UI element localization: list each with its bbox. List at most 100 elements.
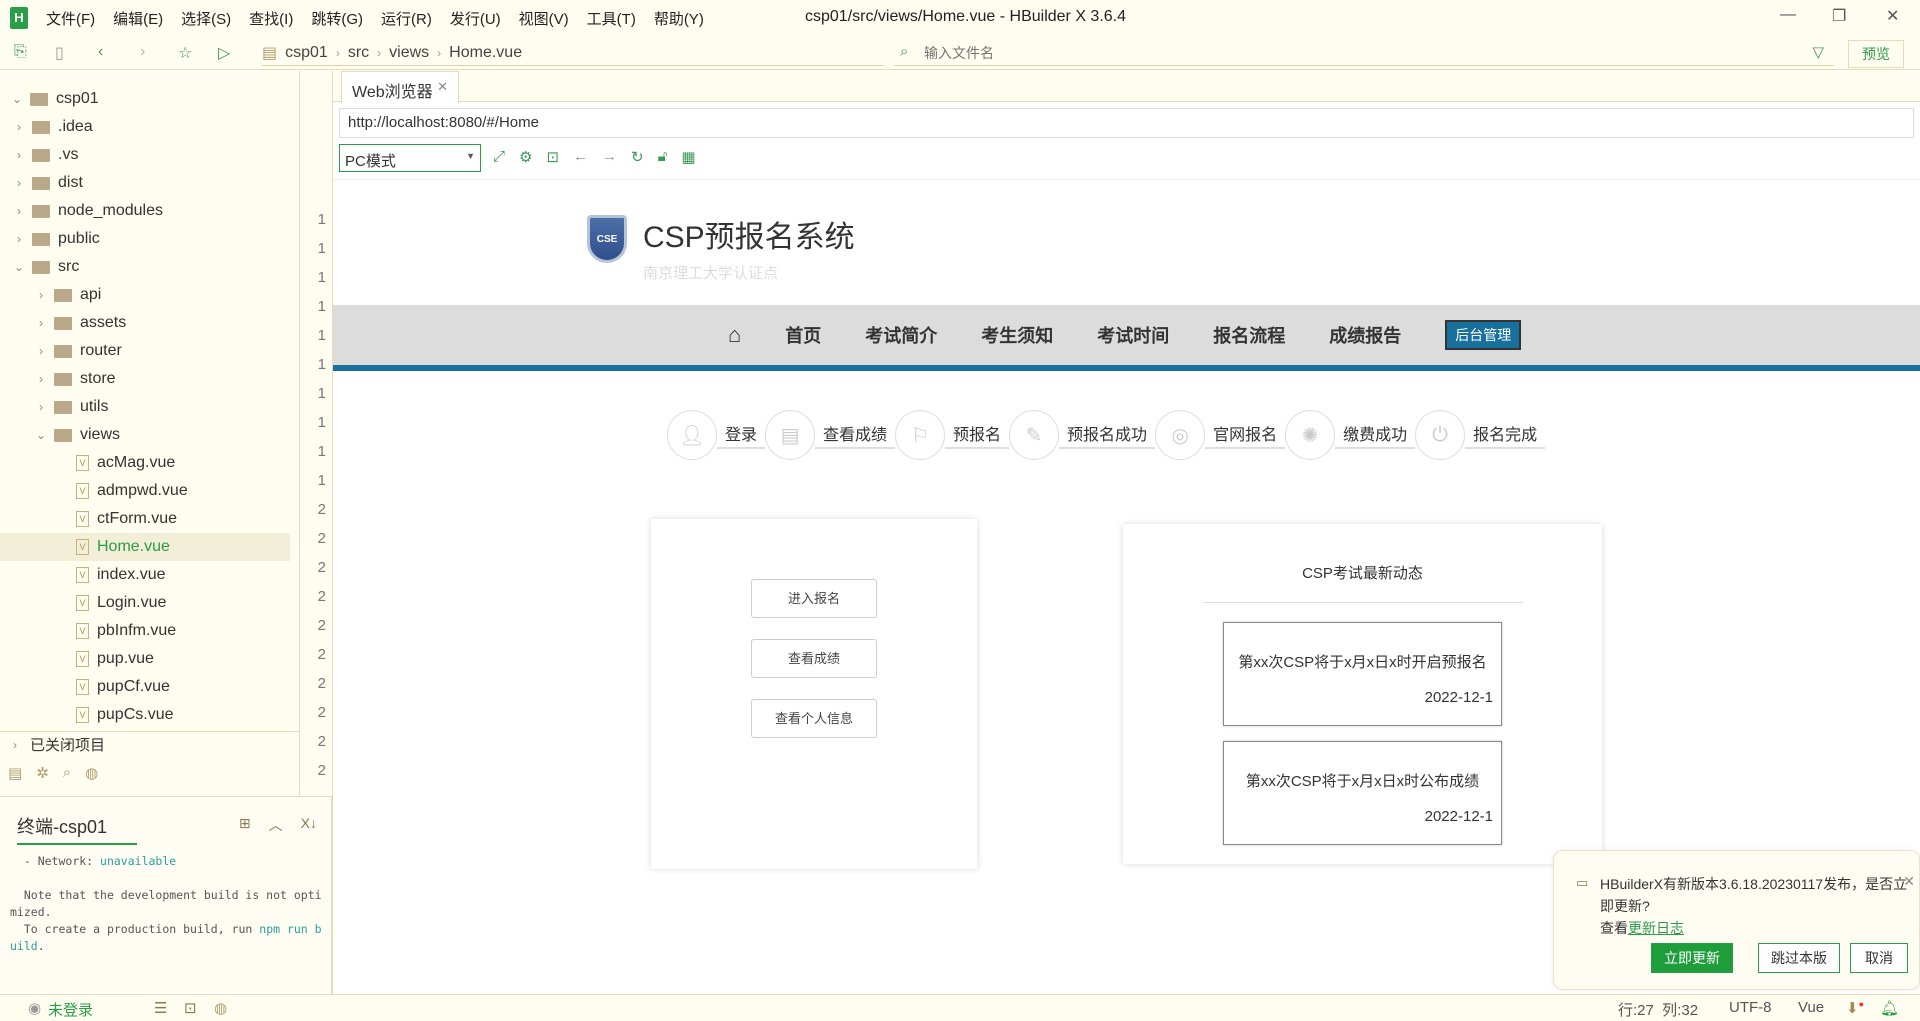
save-icon[interactable]: ▯ [55, 43, 64, 63]
folder-item[interactable]: › node_modules [0, 197, 290, 225]
crumb[interactable]: views [389, 44, 429, 62]
step-item[interactable]: ✺ 缴费成功 [1285, 410, 1416, 460]
menu-item[interactable]: 编辑(E) [113, 8, 163, 29]
file-item[interactable]: Vindex.vue [0, 561, 290, 589]
folder-item[interactable]: › dist [0, 169, 290, 197]
nav-item[interactable]: 考生须知 [981, 322, 1053, 348]
debug-icon[interactable]: ✲ [36, 764, 49, 782]
folder-item[interactable]: ⌄ csp01 [0, 85, 290, 113]
step-item[interactable]: ⏻ 报名完成 [1415, 410, 1546, 460]
file-item[interactable]: VpupCs.vue [0, 701, 290, 729]
news-item[interactable]: 第xx次CSP将于x月x日x时开启预报名 2022-12-1 [1223, 622, 1502, 726]
enter-registration-button[interactable]: 进入报名 [751, 579, 877, 618]
collapse-icon[interactable]: ︿ [269, 815, 283, 835]
project-icon[interactable]: ▤ [8, 764, 22, 782]
minimize-icon[interactable]: — [1780, 6, 1796, 24]
menu-item[interactable]: 跳转(G) [311, 8, 363, 29]
folder-item[interactable]: › router [0, 337, 290, 365]
bell-icon[interactable]: 🔔︎ [1880, 999, 1899, 1017]
file-item[interactable]: VacMag.vue [0, 449, 290, 477]
back-icon[interactable]: ‹ [98, 43, 103, 61]
file-item[interactable]: Vadmpwd.vue [0, 477, 290, 505]
step-item[interactable]: ◎ 官网报名 [1155, 410, 1286, 460]
step-item[interactable]: 👤︎ 登录 [667, 410, 766, 460]
refresh-icon[interactable]: ↻ [631, 148, 644, 166]
star-icon[interactable]: ☆ [178, 43, 192, 63]
file-item[interactable]: VctForm.vue [0, 505, 290, 533]
menu-item[interactable]: 视图(V) [519, 8, 569, 29]
clear-scroll-icon[interactable]: X↓ [301, 815, 317, 835]
search-icon[interactable]: ⌕ [63, 764, 71, 782]
view-scores-button[interactable]: 查看成绩 [751, 639, 877, 678]
close-icon[interactable]: ✕ [1886, 6, 1899, 26]
new-terminal-icon[interactable]: ⊞ [239, 815, 251, 835]
tab-web-browser[interactable]: Web浏览器 ✕ [341, 71, 459, 103]
menu-item[interactable]: 工具(T) [587, 8, 636, 29]
folder-item[interactable]: › api [0, 281, 290, 309]
console-icon[interactable]: ⊡ [546, 148, 559, 166]
folder-item[interactable]: ⌄ src [0, 253, 290, 281]
download-icon[interactable]: ⬇● [1846, 999, 1864, 1017]
file-item[interactable]: Vpup.vue [0, 645, 290, 673]
nav-item[interactable]: 成绩报告 [1329, 322, 1401, 348]
admin-button[interactable]: 后台管理 [1445, 320, 1522, 350]
file-item[interactable]: VpupCf.vue [0, 673, 290, 701]
crumb[interactable]: csp01 [285, 44, 328, 62]
folder-item[interactable]: › public [0, 225, 290, 253]
step-item[interactable]: ⚐ 预报名 [895, 410, 1010, 460]
forward-icon[interactable]: › [140, 43, 145, 61]
preview-button[interactable]: 预览 [1848, 40, 1904, 68]
cancel-button[interactable]: 取消 [1850, 943, 1908, 973]
nav-item[interactable]: 考试时间 [1097, 322, 1169, 348]
menu-item[interactable]: 发行(U) [450, 8, 501, 29]
crumb[interactable]: Home.vue [449, 44, 522, 62]
encoding[interactable]: UTF-8 [1729, 999, 1772, 1016]
step-item[interactable]: ▤ 查看成绩 [765, 410, 896, 460]
nav-item[interactable]: 报名流程 [1213, 322, 1285, 348]
folder-item[interactable]: › .vs [0, 141, 290, 169]
qrcode-icon[interactable]: ▦ [681, 148, 695, 166]
news-item[interactable]: 第xx次CSP将于x月x日x时公布成绩 2022-12-1 [1223, 741, 1502, 845]
file-item[interactable]: V Login.vue [0, 589, 290, 617]
restore-icon[interactable]: ❐ [1832, 6, 1846, 26]
changelog-link[interactable]: 更新日志 [1628, 920, 1684, 936]
cursor-position[interactable]: 行:27 列:32 [1618, 999, 1698, 1020]
folder-item[interactable]: › .idea [0, 113, 290, 141]
url-input[interactable]: http://localhost:8080/#/Home [339, 108, 1914, 138]
folder-item[interactable]: › assets [0, 309, 290, 337]
folder-item[interactable]: › utils [0, 393, 290, 421]
mode-select[interactable]: PC模式 ▼ [339, 144, 481, 172]
filter-icon[interactable]: ▽ [1812, 43, 1824, 61]
file-search-input[interactable] [924, 44, 1724, 61]
crumb[interactable]: src [348, 44, 369, 62]
closed-projects[interactable]: › 已关闭项目 [0, 731, 300, 757]
terminal-tab[interactable]: 终端-csp01 [17, 813, 137, 845]
cloud-icon[interactable]: ◍ [214, 999, 227, 1017]
language-mode[interactable]: Vue [1798, 999, 1824, 1016]
skip-version-button[interactable]: 跳过本版 [1758, 943, 1840, 973]
terminal-icon[interactable]: ⊡ [184, 999, 197, 1017]
close-tab-icon[interactable]: ✕ [437, 79, 448, 95]
lock-icon[interactable]: 🔓︎ [658, 148, 668, 166]
home-icon[interactable]: ⌂ [728, 322, 741, 348]
step-item[interactable]: ✎ 预报名成功 [1009, 410, 1156, 460]
run-icon[interactable]: ▷ [218, 43, 230, 63]
open-external-icon[interactable]: ⤢ [493, 148, 505, 166]
menu-item[interactable]: 文件(F) [46, 8, 95, 29]
file-item[interactable]: V Home.vue [0, 533, 290, 561]
nav-item[interactable]: 首页 [785, 322, 821, 348]
menu-item[interactable]: 查找(I) [249, 8, 293, 29]
login-status[interactable]: 未登录 [48, 999, 93, 1020]
update-now-button[interactable]: 立即更新 [1651, 943, 1733, 973]
settings-icon[interactable]: ⚙ [519, 148, 532, 166]
menu-item[interactable]: 选择(S) [181, 8, 231, 29]
folder-item[interactable]: › store [0, 365, 290, 393]
outline-icon[interactable]: ☰ [154, 999, 167, 1017]
plugin-icon[interactable]: ◍ [85, 764, 98, 782]
file-item[interactable]: VpbInfm.vue [0, 617, 290, 645]
view-profile-button[interactable]: 查看个人信息 [751, 699, 877, 738]
menu-item[interactable]: 帮助(Y) [654, 8, 704, 29]
nav-item[interactable]: 考试简介 [865, 322, 937, 348]
back-icon[interactable]: ← [573, 148, 588, 166]
forward-icon[interactable]: → [602, 148, 617, 166]
